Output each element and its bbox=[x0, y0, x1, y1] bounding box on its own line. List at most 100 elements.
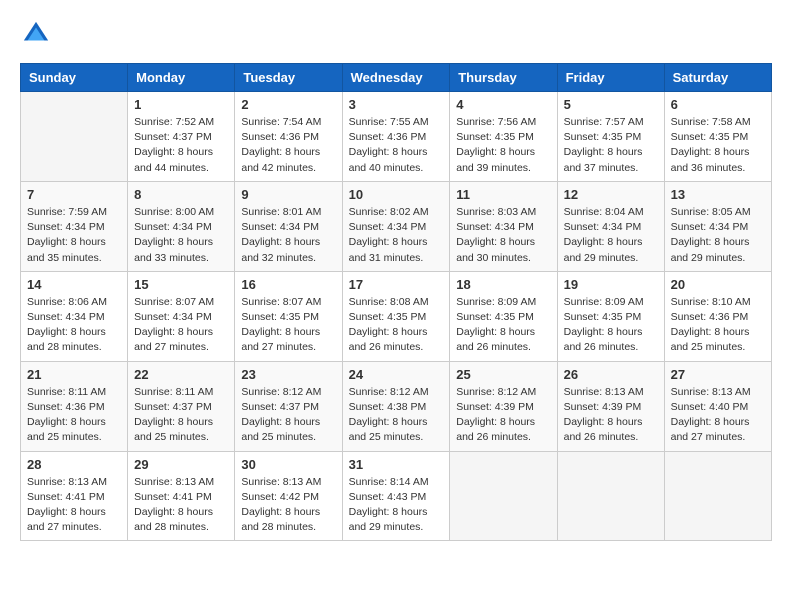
day-info: Sunrise: 7:58 AM Sunset: 4:35 PM Dayligh… bbox=[671, 115, 765, 176]
day-number: 10 bbox=[349, 187, 444, 202]
day-info: Sunrise: 7:59 AM Sunset: 4:34 PM Dayligh… bbox=[27, 205, 121, 266]
day-info: Sunrise: 8:09 AM Sunset: 4:35 PM Dayligh… bbox=[456, 295, 550, 356]
day-info: Sunrise: 8:11 AM Sunset: 4:37 PM Dayligh… bbox=[134, 385, 228, 446]
day-info: Sunrise: 8:12 AM Sunset: 4:38 PM Dayligh… bbox=[349, 385, 444, 446]
day-info: Sunrise: 7:52 AM Sunset: 4:37 PM Dayligh… bbox=[134, 115, 228, 176]
calendar-cell: 24 Sunrise: 8:12 AM Sunset: 4:38 PM Dayl… bbox=[342, 361, 450, 451]
calendar-cell: 22 Sunrise: 8:11 AM Sunset: 4:37 PM Dayl… bbox=[128, 361, 235, 451]
calendar-cell: 15 Sunrise: 8:07 AM Sunset: 4:34 PM Dayl… bbox=[128, 271, 235, 361]
day-info: Sunrise: 8:07 AM Sunset: 4:34 PM Dayligh… bbox=[134, 295, 228, 356]
day-number: 7 bbox=[27, 187, 121, 202]
day-info: Sunrise: 8:01 AM Sunset: 4:34 PM Dayligh… bbox=[241, 205, 335, 266]
day-info: Sunrise: 8:13 AM Sunset: 4:40 PM Dayligh… bbox=[671, 385, 765, 446]
day-info: Sunrise: 8:03 AM Sunset: 4:34 PM Dayligh… bbox=[456, 205, 550, 266]
day-info: Sunrise: 8:13 AM Sunset: 4:41 PM Dayligh… bbox=[27, 475, 121, 536]
day-number: 25 bbox=[456, 367, 550, 382]
calendar-cell: 23 Sunrise: 8:12 AM Sunset: 4:37 PM Dayl… bbox=[235, 361, 342, 451]
week-row-2: 7 Sunrise: 7:59 AM Sunset: 4:34 PM Dayli… bbox=[21, 181, 772, 271]
week-row-4: 21 Sunrise: 8:11 AM Sunset: 4:36 PM Dayl… bbox=[21, 361, 772, 451]
day-number: 2 bbox=[241, 97, 335, 112]
calendar-cell: 3 Sunrise: 7:55 AM Sunset: 4:36 PM Dayli… bbox=[342, 92, 450, 182]
calendar-cell: 9 Sunrise: 8:01 AM Sunset: 4:34 PM Dayli… bbox=[235, 181, 342, 271]
day-number: 30 bbox=[241, 457, 335, 472]
day-info: Sunrise: 8:02 AM Sunset: 4:34 PM Dayligh… bbox=[349, 205, 444, 266]
day-number: 24 bbox=[349, 367, 444, 382]
calendar-cell: 16 Sunrise: 8:07 AM Sunset: 4:35 PM Dayl… bbox=[235, 271, 342, 361]
day-number: 23 bbox=[241, 367, 335, 382]
calendar-cell bbox=[664, 451, 771, 541]
day-number: 31 bbox=[349, 457, 444, 472]
calendar-cell: 10 Sunrise: 8:02 AM Sunset: 4:34 PM Dayl… bbox=[342, 181, 450, 271]
weekday-sunday: Sunday bbox=[21, 64, 128, 92]
day-info: Sunrise: 7:57 AM Sunset: 4:35 PM Dayligh… bbox=[564, 115, 658, 176]
day-number: 6 bbox=[671, 97, 765, 112]
calendar-cell: 30 Sunrise: 8:13 AM Sunset: 4:42 PM Dayl… bbox=[235, 451, 342, 541]
day-info: Sunrise: 8:13 AM Sunset: 4:39 PM Dayligh… bbox=[564, 385, 658, 446]
calendar-cell: 12 Sunrise: 8:04 AM Sunset: 4:34 PM Dayl… bbox=[557, 181, 664, 271]
week-row-1: 1 Sunrise: 7:52 AM Sunset: 4:37 PM Dayli… bbox=[21, 92, 772, 182]
day-number: 21 bbox=[27, 367, 121, 382]
day-info: Sunrise: 8:09 AM Sunset: 4:35 PM Dayligh… bbox=[564, 295, 658, 356]
day-number: 5 bbox=[564, 97, 658, 112]
day-number: 22 bbox=[134, 367, 228, 382]
calendar-cell: 14 Sunrise: 8:06 AM Sunset: 4:34 PM Dayl… bbox=[21, 271, 128, 361]
day-number: 19 bbox=[564, 277, 658, 292]
day-info: Sunrise: 8:08 AM Sunset: 4:35 PM Dayligh… bbox=[349, 295, 444, 356]
day-info: Sunrise: 8:00 AM Sunset: 4:34 PM Dayligh… bbox=[134, 205, 228, 266]
weekday-wednesday: Wednesday bbox=[342, 64, 450, 92]
calendar-cell: 31 Sunrise: 8:14 AM Sunset: 4:43 PM Dayl… bbox=[342, 451, 450, 541]
calendar-cell: 25 Sunrise: 8:12 AM Sunset: 4:39 PM Dayl… bbox=[450, 361, 557, 451]
day-number: 29 bbox=[134, 457, 228, 472]
day-info: Sunrise: 8:06 AM Sunset: 4:34 PM Dayligh… bbox=[27, 295, 121, 356]
day-info: Sunrise: 8:10 AM Sunset: 4:36 PM Dayligh… bbox=[671, 295, 765, 356]
calendar-cell: 28 Sunrise: 8:13 AM Sunset: 4:41 PM Dayl… bbox=[21, 451, 128, 541]
day-info: Sunrise: 8:13 AM Sunset: 4:41 PM Dayligh… bbox=[134, 475, 228, 536]
calendar-cell: 4 Sunrise: 7:56 AM Sunset: 4:35 PM Dayli… bbox=[450, 92, 557, 182]
calendar-cell: 26 Sunrise: 8:13 AM Sunset: 4:39 PM Dayl… bbox=[557, 361, 664, 451]
calendar-cell bbox=[21, 92, 128, 182]
calendar-cell: 21 Sunrise: 8:11 AM Sunset: 4:36 PM Dayl… bbox=[21, 361, 128, 451]
day-info: Sunrise: 8:11 AM Sunset: 4:36 PM Dayligh… bbox=[27, 385, 121, 446]
day-number: 27 bbox=[671, 367, 765, 382]
day-number: 20 bbox=[671, 277, 765, 292]
weekday-monday: Monday bbox=[128, 64, 235, 92]
page-header bbox=[20, 20, 772, 53]
day-number: 3 bbox=[349, 97, 444, 112]
day-info: Sunrise: 8:05 AM Sunset: 4:34 PM Dayligh… bbox=[671, 205, 765, 266]
day-number: 4 bbox=[456, 97, 550, 112]
day-number: 14 bbox=[27, 277, 121, 292]
day-info: Sunrise: 8:13 AM Sunset: 4:42 PM Dayligh… bbox=[241, 475, 335, 536]
calendar-cell: 29 Sunrise: 8:13 AM Sunset: 4:41 PM Dayl… bbox=[128, 451, 235, 541]
calendar-cell: 8 Sunrise: 8:00 AM Sunset: 4:34 PM Dayli… bbox=[128, 181, 235, 271]
week-row-3: 14 Sunrise: 8:06 AM Sunset: 4:34 PM Dayl… bbox=[21, 271, 772, 361]
day-number: 1 bbox=[134, 97, 228, 112]
day-number: 9 bbox=[241, 187, 335, 202]
calendar-body: 1 Sunrise: 7:52 AM Sunset: 4:37 PM Dayli… bbox=[21, 92, 772, 541]
day-number: 26 bbox=[564, 367, 658, 382]
weekday-header-row: SundayMondayTuesdayWednesdayThursdayFrid… bbox=[21, 64, 772, 92]
weekday-tuesday: Tuesday bbox=[235, 64, 342, 92]
day-info: Sunrise: 8:04 AM Sunset: 4:34 PM Dayligh… bbox=[564, 205, 658, 266]
calendar-cell: 2 Sunrise: 7:54 AM Sunset: 4:36 PM Dayli… bbox=[235, 92, 342, 182]
day-number: 28 bbox=[27, 457, 121, 472]
weekday-thursday: Thursday bbox=[450, 64, 557, 92]
day-info: Sunrise: 7:55 AM Sunset: 4:36 PM Dayligh… bbox=[349, 115, 444, 176]
calendar-cell: 7 Sunrise: 7:59 AM Sunset: 4:34 PM Dayli… bbox=[21, 181, 128, 271]
day-number: 15 bbox=[134, 277, 228, 292]
day-number: 11 bbox=[456, 187, 550, 202]
day-info: Sunrise: 7:54 AM Sunset: 4:36 PM Dayligh… bbox=[241, 115, 335, 176]
day-info: Sunrise: 8:07 AM Sunset: 4:35 PM Dayligh… bbox=[241, 295, 335, 356]
calendar-cell: 20 Sunrise: 8:10 AM Sunset: 4:36 PM Dayl… bbox=[664, 271, 771, 361]
day-info: Sunrise: 7:56 AM Sunset: 4:35 PM Dayligh… bbox=[456, 115, 550, 176]
day-number: 13 bbox=[671, 187, 765, 202]
calendar-cell: 18 Sunrise: 8:09 AM Sunset: 4:35 PM Dayl… bbox=[450, 271, 557, 361]
calendar-cell: 1 Sunrise: 7:52 AM Sunset: 4:37 PM Dayli… bbox=[128, 92, 235, 182]
weekday-saturday: Saturday bbox=[664, 64, 771, 92]
day-number: 17 bbox=[349, 277, 444, 292]
day-info: Sunrise: 8:12 AM Sunset: 4:39 PM Dayligh… bbox=[456, 385, 550, 446]
calendar-cell: 6 Sunrise: 7:58 AM Sunset: 4:35 PM Dayli… bbox=[664, 92, 771, 182]
week-row-5: 28 Sunrise: 8:13 AM Sunset: 4:41 PM Dayl… bbox=[21, 451, 772, 541]
day-number: 12 bbox=[564, 187, 658, 202]
calendar-cell: 19 Sunrise: 8:09 AM Sunset: 4:35 PM Dayl… bbox=[557, 271, 664, 361]
day-info: Sunrise: 8:14 AM Sunset: 4:43 PM Dayligh… bbox=[349, 475, 444, 536]
